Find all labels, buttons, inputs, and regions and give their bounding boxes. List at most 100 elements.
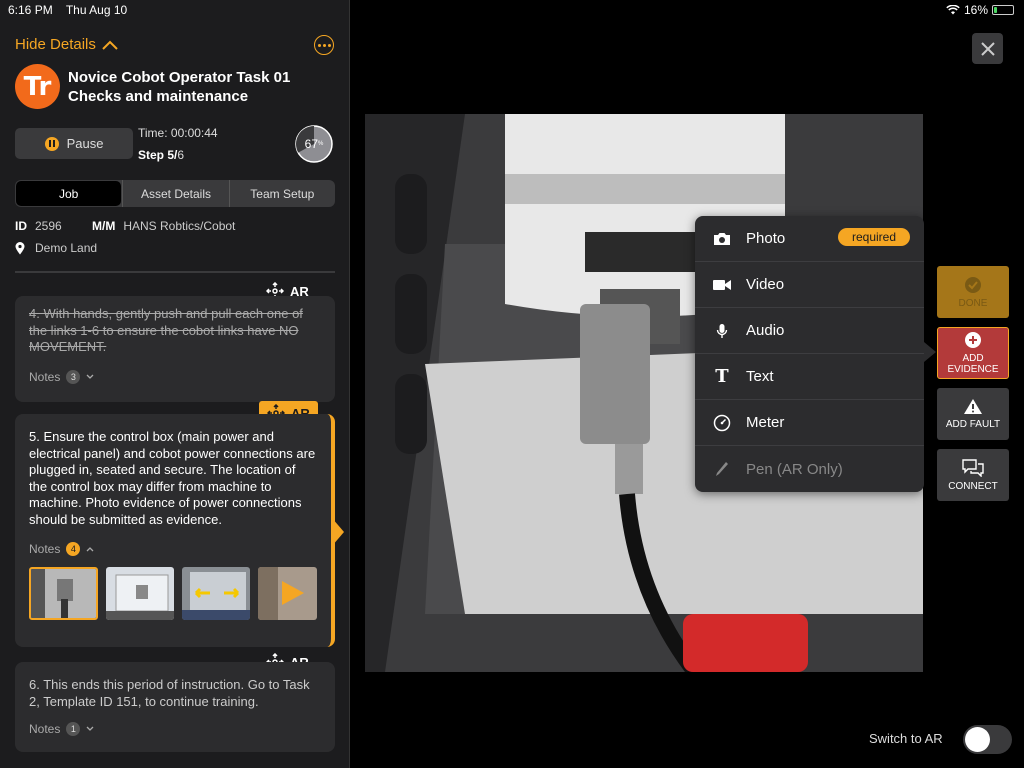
mm-label: M/M (92, 219, 116, 233)
task-title-line1: Novice Cobot Operator Task 01 (68, 69, 291, 86)
id-value: 2596 (35, 219, 62, 233)
battery-percent: 16% (963, 3, 988, 17)
done-label: DONE (958, 297, 988, 309)
done-button[interactable]: DONE (937, 266, 1009, 318)
battery-icon (992, 5, 1014, 15)
divider (15, 271, 335, 273)
step-text: 4. With hands, gently push and pull each… (29, 306, 303, 354)
pause-label: Pause (66, 136, 104, 151)
chevron-down-icon (86, 374, 94, 379)
tab-team-setup[interactable]: Team Setup (228, 180, 335, 207)
required-badge: required (837, 228, 910, 246)
progress-unit: % (318, 141, 324, 147)
microphone-icon (711, 323, 733, 339)
notes-count: 4 (66, 542, 81, 556)
step-counter: Step 5/6 (138, 148, 184, 162)
pen-icon (711, 461, 733, 477)
id-label: ID (15, 219, 27, 233)
add-fault-button[interactable]: ADD FAULT (937, 388, 1009, 440)
notes-count: 1 (66, 722, 81, 736)
notes-toggle[interactable]: Notes 4 (15, 542, 331, 556)
add-evidence-label-2: EVIDENCE (947, 364, 999, 375)
notes-count: 3 (66, 369, 81, 384)
video-thumbnail[interactable] (258, 567, 318, 620)
camera-icon (711, 232, 733, 246)
notes-toggle[interactable]: Notes 1 (15, 722, 335, 736)
connect-label: CONNECT (948, 480, 998, 492)
plus-circle-icon (965, 332, 981, 348)
warning-icon (964, 399, 982, 414)
note-thumbnail[interactable] (29, 567, 98, 620)
notes-label: Notes (29, 722, 61, 736)
logo-text: Tr (23, 71, 52, 102)
note-thumbnail[interactable] (105, 567, 174, 620)
menu-item-text[interactable]: T Text (695, 354, 924, 400)
menu-item-meter[interactable]: Meter (695, 400, 924, 446)
chevron-up-icon (102, 40, 118, 50)
more-options-icon[interactable] (314, 35, 334, 55)
video-icon (711, 278, 733, 292)
add-fault-label: ADD FAULT (945, 419, 1001, 430)
notes-label: Notes (29, 542, 61, 556)
menu-item-label: Audio (746, 322, 785, 339)
elapsed-time: Time: 00:00:44 (138, 126, 218, 140)
evidence-menu: Photo required Video Audio T Text Meter … (695, 216, 924, 492)
menu-item-label: Pen (AR Only) (746, 460, 843, 478)
close-icon (980, 41, 995, 56)
menu-pointer (924, 342, 936, 362)
status-bar: 6:16 PM Thu Aug 10 16% (0, 0, 1024, 20)
tab-job[interactable]: Job (16, 181, 122, 206)
menu-item-video[interactable]: Video (695, 262, 924, 308)
chat-bubbles-icon (962, 458, 984, 477)
notes-label: Notes (29, 369, 61, 384)
menu-item-pen: Pen (AR Only) (695, 446, 924, 492)
switch-to-ar-label: Switch to AR (869, 731, 943, 746)
step-card-6[interactable]: 6. This ends this period of instruction.… (15, 662, 335, 752)
add-evidence-label-1: ADD (962, 353, 984, 364)
details-panel: Hide Details Tr Novice Cobot Operator Ta… (0, 0, 350, 768)
pause-button[interactable]: Pause (15, 128, 133, 159)
progress-percent: 67% (294, 124, 334, 164)
asset-location: Demo Land (15, 241, 97, 255)
mm-value: HANS Robtics/Cobot (123, 219, 236, 233)
menu-item-audio[interactable]: Audio (695, 308, 924, 354)
current-step-indicator (332, 518, 344, 546)
note-thumbnail[interactable] (181, 567, 251, 620)
progress-value: 67 (304, 137, 318, 151)
asset-make-model: M/M HANS Robtics/Cobot (92, 219, 235, 233)
text-icon: T (715, 366, 729, 387)
menu-item-photo[interactable]: Photo required (695, 216, 924, 262)
location-pin-icon (15, 241, 25, 254)
status-date: Thu Aug 10 (65, 3, 128, 17)
menu-item-label: Meter (746, 414, 785, 431)
menu-item-label: Photo (746, 230, 786, 247)
switch-to-ar-toggle[interactable] (963, 725, 1012, 754)
task-title: Novice Cobot Operator Task 01 Checks and… (68, 68, 290, 106)
step-card-4[interactable]: 4. With hands, gently push and pull each… (15, 296, 335, 402)
chevron-down-icon (86, 726, 94, 731)
step-label: Step 5/ (138, 148, 178, 162)
step-card-5[interactable]: 5. Ensure the control box (main power an… (15, 414, 335, 647)
asset-id: ID 2596 (15, 219, 62, 233)
hide-details-button[interactable]: Hide Details (15, 36, 118, 53)
connect-button[interactable]: CONNECT (937, 449, 1009, 501)
company-logo: Tr (15, 64, 60, 109)
menu-item-label: Text (746, 368, 774, 385)
checkmark-icon (965, 276, 981, 293)
close-button[interactable] (972, 33, 1003, 64)
step-total: 6 (177, 148, 185, 162)
tab-asset-details[interactable]: Asset Details (122, 180, 228, 207)
chevron-up-icon (86, 547, 94, 552)
step-text: 6. This ends this period of instruction.… (29, 677, 310, 709)
wifi-icon (946, 5, 960, 15)
pause-icon (44, 136, 59, 151)
add-evidence-button[interactable]: ADD EVIDENCE (937, 327, 1009, 379)
toggle-knob (965, 727, 990, 752)
step-text: 5. Ensure the control box (main power an… (29, 429, 316, 527)
notes-toggle[interactable]: Notes 3 (15, 369, 335, 384)
task-title-line2: Checks and maintenance (68, 88, 249, 105)
notes-thumbnails (15, 567, 331, 620)
location-value: Demo Land (35, 241, 98, 255)
hide-details-label: Hide Details (15, 36, 96, 53)
status-time: 6:16 PM (8, 3, 53, 17)
